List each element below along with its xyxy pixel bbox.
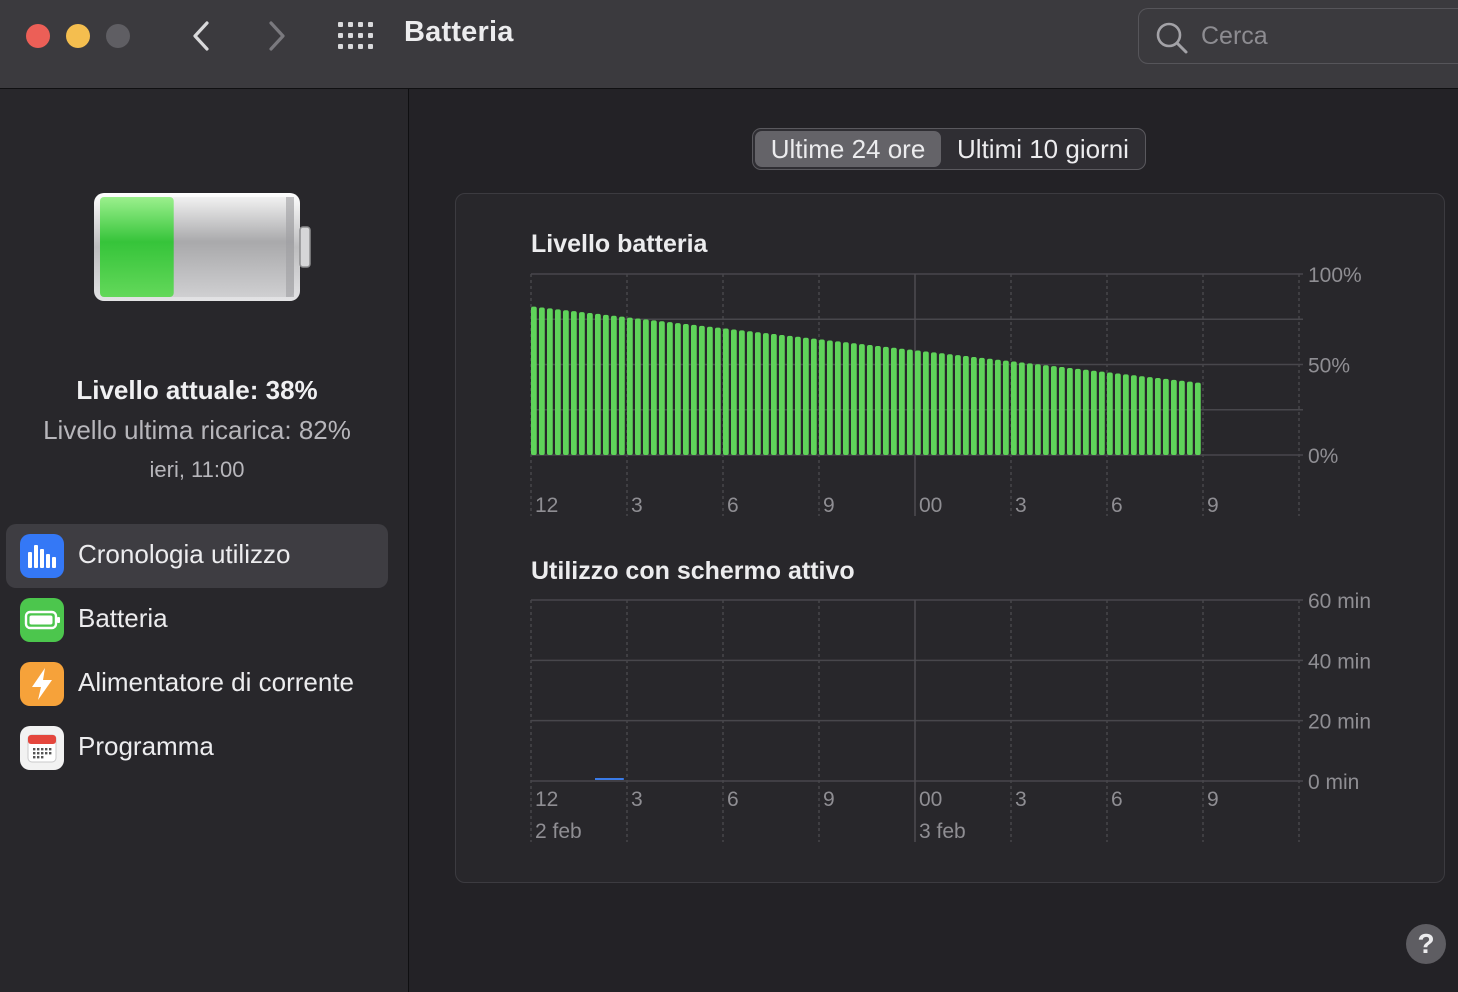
sidebar-item-cronologia-utilizzo[interactable]: Cronologia utilizzo [6,524,388,588]
back-button[interactable] [186,18,218,54]
screen-usage-bar [595,778,624,780]
search-input[interactable] [1199,17,1453,55]
window-title: Batteria [404,16,514,48]
bolt-icon [20,662,64,706]
last-charge-time: ieri, 11:00 [149,457,245,482]
y-tick-label: 0 min [1308,771,1359,794]
x-tick-label: 12 [535,788,558,811]
x-tick-label: 6 [1111,788,1123,811]
y-tick-label: 20 min [1308,711,1371,734]
x-tick-label: 3 [1015,788,1027,811]
x-tick-label: 9 [823,788,835,811]
sidebar-item-label: Cronologia utilizzo [78,539,291,569]
y-tick-label: 40 min [1308,650,1371,673]
current-battery-level: Livello attuale: 38% [76,375,318,405]
x-tick-label: 6 [727,788,739,811]
calendar-icon [20,726,64,770]
y-tick-label: 60 min [1308,590,1371,613]
sidebar-item-label: Programma [78,731,214,761]
bar-chart-icon [20,534,64,578]
screen-usage-chart: 60 min 40 min 20 min 0 min 12 3 6 9 00 3 6 9 2 feb 3 … [530,590,1371,843]
close-window-button[interactable] [26,24,50,48]
chevron-left-icon [193,21,209,51]
sidebar-item-batteria[interactable]: Batteria [6,588,388,652]
chevron-right-icon [269,21,285,51]
charts-panel: Livello batteria 100% 50% 0% 12 3 6 9 00 3 6 9 Uti… [455,193,1445,883]
show-all-button[interactable] [338,22,374,50]
tab-ultimi-10-giorni[interactable]: Ultimi 10 giorni [943,131,1143,167]
x-tick-label: 3 [631,788,643,811]
forward-button[interactable] [260,18,292,54]
date-label: 3 feb [919,820,966,843]
minimize-window-button[interactable] [66,24,90,48]
title-bar: Batteria [0,0,1458,89]
search-icon [1156,22,1188,54]
grid-icon [338,22,373,49]
x-tick-label: 00 [919,788,942,811]
search-field[interactable] [1138,8,1458,64]
date-label: 2 feb [535,820,582,843]
last-charge-level: Livello ultima ricarica: 82% [43,415,351,445]
x-tick-label: 9 [1207,788,1219,811]
sidebar: Livello attuale: 38% Livello ultima rica… [0,89,409,992]
sidebar-item-alimentatore[interactable]: Alimentatore di corrente [6,652,388,716]
sidebar-item-programma[interactable]: Programma [6,716,388,780]
time-range-segmented-control: Ultime 24 ore Ultimi 10 giorni [752,128,1146,170]
tab-ultime-24-ore[interactable]: Ultime 24 ore [755,131,941,167]
sidebar-item-label: Alimentatore di corrente [78,667,355,697]
battery-icon [20,598,64,642]
sidebar-item-label: Batteria [78,603,168,633]
battery-level-icon [94,193,311,301]
help-button[interactable]: ? [1406,924,1446,964]
zoom-window-button[interactable] [106,24,130,48]
